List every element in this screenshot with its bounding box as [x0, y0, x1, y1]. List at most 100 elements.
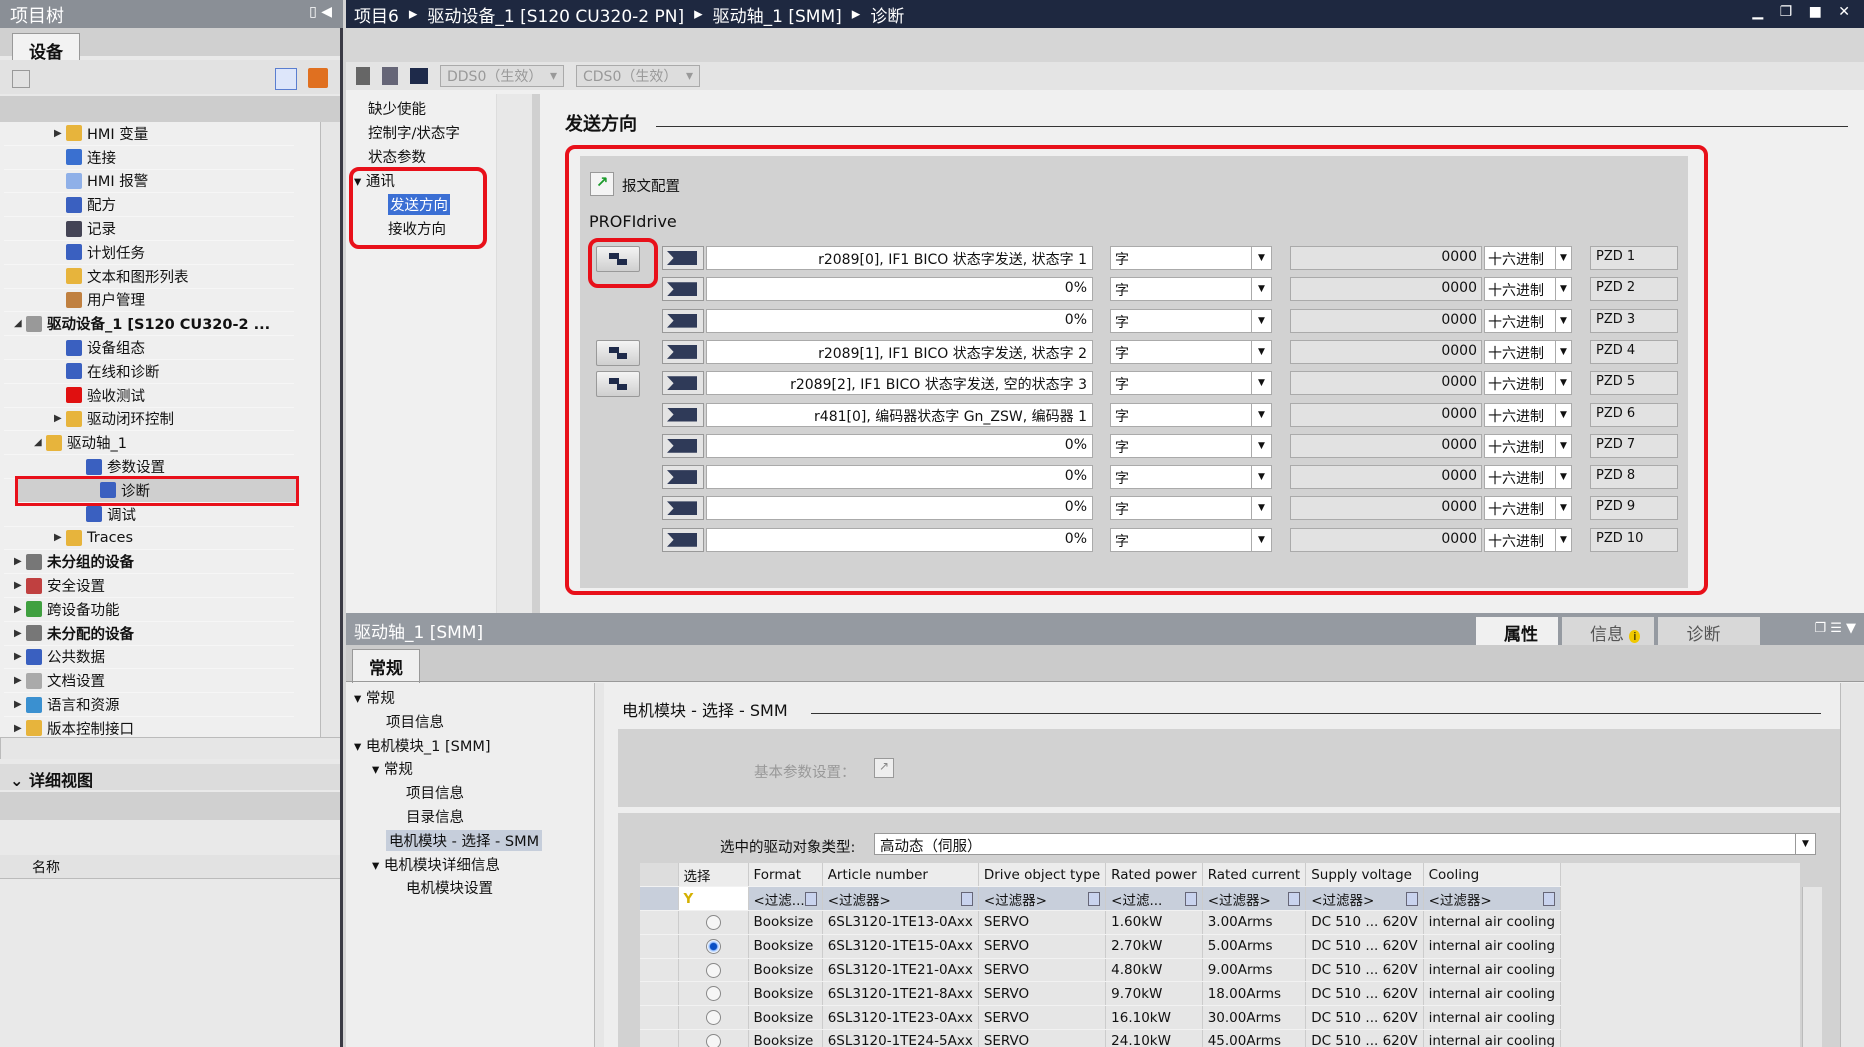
bico-arrow-icon[interactable]: [662, 339, 704, 364]
data-type-select[interactable]: 字 ▼: [1110, 433, 1272, 458]
filter-field[interactable]: <过滤...: [748, 886, 823, 912]
inspector-window-controls[interactable]: ❐ ☰ ▼: [1814, 621, 1856, 636]
signal-source-field[interactable]: 0%: [706, 277, 1093, 302]
splitter[interactable]: [594, 683, 604, 1047]
signal-source-field[interactable]: 0%: [706, 527, 1093, 552]
export-icon[interactable]: [308, 68, 328, 88]
inspector-scrollbar[interactable]: [1840, 683, 1864, 1047]
breadcrumb-item[interactable]: 驱动设备_1 [S120 CU320-2 PN]: [427, 2, 684, 27]
expand-arrow-icon[interactable]: ▶: [14, 556, 26, 567]
select-radio[interactable]: [705, 914, 721, 930]
tree-item[interactable]: 验收测试: [4, 384, 294, 408]
filter-list-icon[interactable]: [1088, 891, 1101, 906]
format-select[interactable]: 十六进制 ▼: [1484, 371, 1572, 396]
filter-list-icon[interactable]: [804, 891, 817, 906]
detail-view-header[interactable]: ⌄ 详细视图: [0, 764, 340, 790]
tree-item[interactable]: ▶ Traces: [4, 527, 294, 551]
filter-list-icon[interactable]: [1184, 891, 1197, 906]
nav-status-params[interactable]: 状态参数: [368, 146, 426, 167]
column-header[interactable]: Rated current: [1202, 863, 1307, 888]
bico-arrow-icon[interactable]: [662, 277, 704, 302]
tree-horizontal-scrollbar[interactable]: [0, 737, 340, 759]
tree-item[interactable]: ◢ 驱动设备_1 [S120 CU320-2 ...: [4, 312, 294, 337]
expand-arrow-icon[interactable]: ▶: [14, 604, 26, 615]
tab-diagnostics[interactable]: 诊断: [1658, 617, 1761, 648]
inspector-nav-item[interactable]: 项目信息: [406, 782, 464, 803]
tree-item[interactable]: 记录: [4, 217, 294, 241]
tree-item[interactable]: 配方: [4, 193, 294, 218]
tree-item[interactable]: ▶ 公共数据: [4, 646, 294, 670]
filter-list-icon[interactable]: [960, 891, 973, 906]
dds-select[interactable]: DDS0（生效） ▾: [440, 65, 564, 87]
breadcrumb-item[interactable]: 项目6: [354, 2, 399, 27]
filter-field[interactable]: <过滤器>: [1305, 886, 1424, 912]
telegram-config-label[interactable]: 报文配置: [622, 175, 680, 196]
expand-arrow-icon[interactable]: ▶: [14, 628, 26, 639]
expand-arrow-icon[interactable]: ▶: [14, 675, 26, 686]
expand-arrow-icon[interactable]: ▶: [14, 699, 26, 710]
nav-missing-enable[interactable]: 缺少使能: [368, 98, 426, 119]
signal-source-field[interactable]: r2089[2], IF1 BICO 状态字发送, 空的状态字 3: [706, 371, 1093, 396]
data-type-select[interactable]: 字 ▼: [1110, 402, 1272, 427]
data-type-select[interactable]: 字 ▼: [1110, 527, 1272, 552]
tree-item[interactable]: ▶ 驱动闭环控制: [4, 408, 294, 432]
column-header[interactable]: Drive object type: [978, 863, 1107, 888]
tree-item[interactable]: ▶ 未分组的设备: [4, 550, 294, 575]
table-row[interactable]: Booksize 6SL3120-1TE23-0Axx SERVO 16.10kW 30…: [640, 1005, 1562, 1031]
filter-list-icon[interactable]: [1543, 891, 1556, 906]
inspector-nav-item[interactable]: ▾ 常规: [372, 758, 413, 779]
format-select[interactable]: 十六进制 ▼: [1484, 402, 1572, 427]
tree-item[interactable]: 计划任务: [4, 241, 294, 265]
save-icon[interactable]: [356, 67, 370, 85]
expand-arrow-icon[interactable]: ▶: [14, 723, 26, 734]
bico-arrow-icon[interactable]: [662, 308, 704, 333]
data-type-select[interactable]: 字 ▼: [1110, 339, 1272, 364]
inspector-nav-item[interactable]: 电机模块设置: [406, 877, 493, 898]
table-row[interactable]: Booksize 6SL3120-1TE24-5Axx SERVO 24.10kW 45…: [640, 1029, 1562, 1047]
bico-arrow-icon[interactable]: [662, 527, 704, 552]
table-row[interactable]: Booksize 6SL3120-1TE21-0Axx SERVO 4.80kW 9.0…: [640, 958, 1562, 983]
expand-arrow-icon[interactable]: ◢: [34, 437, 46, 448]
column-header[interactable]: Rated power: [1105, 863, 1203, 888]
tree-item[interactable]: 参数设置: [4, 455, 294, 479]
collapse-panel-icon[interactable]: ▯ ◀: [309, 4, 332, 20]
cds-select[interactable]: CDS0（生效） ▾: [576, 65, 700, 87]
expand-arrow-icon[interactable]: ▶: [54, 128, 66, 139]
format-select[interactable]: 十六进制 ▼: [1484, 339, 1572, 364]
interconnect-button[interactable]: [596, 371, 640, 398]
tree-vertical-scrollbar[interactable]: [320, 122, 340, 737]
format-select[interactable]: 十六进制 ▼: [1484, 496, 1572, 521]
data-type-select[interactable]: 字 ▼: [1110, 246, 1272, 270]
table-row[interactable]: Booksize 6SL3120-1TE13-0Axx SERVO 1.60kW 3.0…: [640, 910, 1562, 935]
bico-arrow-icon[interactable]: [662, 371, 704, 396]
format-select[interactable]: 十六进制 ▼: [1484, 277, 1572, 302]
tree-item[interactable]: ◢ 驱动轴_1: [4, 431, 294, 456]
select-radio[interactable]: [705, 986, 721, 1002]
data-type-select[interactable]: 字 ▼: [1110, 277, 1272, 302]
interconnect-button[interactable]: [596, 339, 640, 366]
telegram-config-icon[interactable]: ↗: [590, 172, 614, 196]
data-type-select[interactable]: 字 ▼: [1110, 371, 1272, 396]
window-controls[interactable]: ▁ ❐ ■ ✕: [1752, 4, 1856, 20]
tree-item[interactable]: ▶ 语言和资源: [4, 693, 294, 717]
inspector-nav-item[interactable]: ▾ 常规: [354, 687, 395, 708]
basic-params-button[interactable]: ↗: [874, 758, 894, 778]
select-radio[interactable]: [705, 938, 721, 954]
bico-arrow-icon[interactable]: [662, 465, 704, 490]
format-select[interactable]: 十六进制 ▼: [1484, 246, 1572, 270]
signal-source-field[interactable]: 0%: [706, 308, 1093, 333]
format-select[interactable]: 十六进制 ▼: [1484, 527, 1572, 552]
tree-item[interactable]: 文本和图形列表: [4, 265, 294, 289]
tree-item[interactable]: 设备组态: [4, 336, 294, 360]
table-row[interactable]: Booksize 6SL3120-1TE21-8Axx SERVO 9.70kW 18.…: [640, 981, 1562, 1007]
expand-arrow-icon[interactable]: ◢: [14, 318, 26, 329]
filter-list-icon[interactable]: [1288, 891, 1301, 906]
splitter[interactable]: [532, 94, 540, 614]
select-radio[interactable]: [705, 1033, 721, 1047]
nav-control-status-word[interactable]: 控制字/状态字: [368, 122, 460, 143]
format-select[interactable]: 十六进制 ▼: [1484, 308, 1572, 333]
tree-item[interactable]: HMI 报警: [4, 170, 294, 194]
filter-field[interactable]: <过滤器>: [1202, 886, 1307, 912]
data-type-select[interactable]: 字 ▼: [1110, 496, 1272, 521]
table-row[interactable]: Booksize 6SL3120-1TE15-0Axx SERVO 2.70kW 5.0…: [640, 934, 1562, 959]
